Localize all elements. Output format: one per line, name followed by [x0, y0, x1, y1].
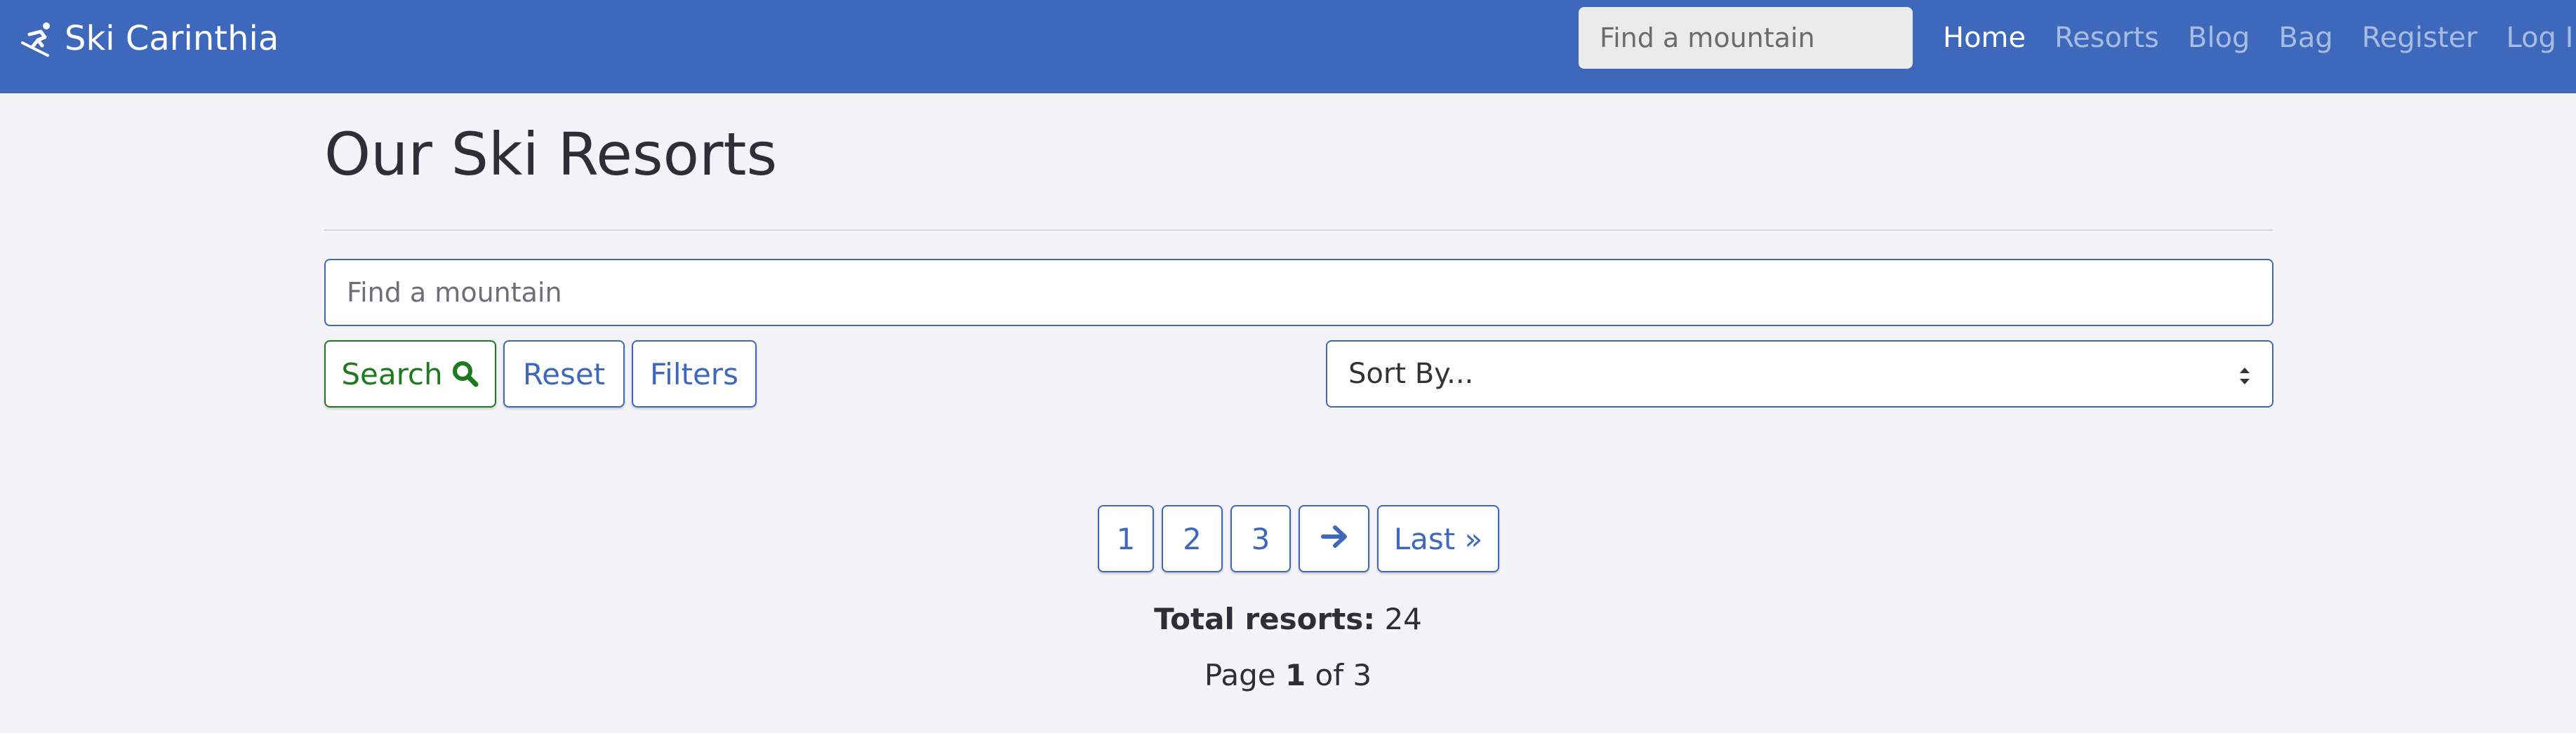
- brand-name: Ski Carinthia: [65, 19, 279, 58]
- reset-button-label: Reset: [522, 356, 606, 391]
- brand-link[interactable]: Ski Carinthia: [20, 15, 279, 62]
- sort-select-value: Sort By...: [1348, 358, 1474, 390]
- last-page-label: Last »: [1393, 521, 1483, 556]
- search-icon: [451, 360, 479, 388]
- last-page-button[interactable]: Last »: [1377, 505, 1499, 572]
- total-pages: 3: [1353, 658, 1372, 692]
- nav-link-home[interactable]: Home: [1943, 22, 2026, 54]
- page-indicator-prefix: Page: [1204, 658, 1276, 692]
- total-resorts-value: 24: [1384, 602, 1422, 636]
- page-indicator-of: of: [1315, 658, 1344, 692]
- sort-arrows-icon: [2237, 363, 2252, 386]
- page-button-3[interactable]: 3: [1230, 505, 1291, 572]
- total-resorts-label: Total resorts:: [1154, 602, 1376, 636]
- nav-link-bag[interactable]: Bag: [2278, 22, 2332, 54]
- total-resorts: Total resorts: 24: [0, 602, 2576, 636]
- nav-link-login[interactable]: Log In: [2506, 22, 2576, 54]
- page-indicator: Page 1 of 3: [0, 658, 2576, 692]
- nav-links: Home Resorts Blog Bag Register Log In: [1943, 20, 2576, 56]
- nav-link-register[interactable]: Register: [2362, 22, 2478, 54]
- arrow-right-icon: [1320, 522, 1348, 556]
- sort-select[interactable]: Sort By...: [1326, 340, 2273, 408]
- filters-button[interactable]: Filters: [632, 340, 757, 408]
- navbar: Ski Carinthia Home Resorts Blog Bag Regi…: [0, 0, 2576, 93]
- page-title: Our Ski Resorts: [324, 120, 778, 189]
- skier-icon: [20, 19, 59, 58]
- search-button[interactable]: Search: [324, 340, 496, 408]
- nav-link-blog[interactable]: Blog: [2188, 22, 2250, 54]
- navbar-search-input[interactable]: [1579, 7, 1913, 69]
- page-button-label: 1: [1116, 521, 1136, 556]
- reset-button[interactable]: Reset: [503, 340, 625, 408]
- page-button-2[interactable]: 2: [1162, 505, 1223, 572]
- next-page-button[interactable]: [1299, 505, 1369, 572]
- search-button-label: Search: [341, 356, 443, 391]
- page-button-label: 2: [1183, 521, 1202, 556]
- page-button-label: 3: [1251, 521, 1270, 556]
- page-button-1[interactable]: 1: [1098, 505, 1154, 572]
- divider: [324, 229, 2273, 231]
- filters-button-label: Filters: [650, 356, 738, 391]
- current-page: 1: [1284, 658, 1306, 692]
- nav-link-resorts[interactable]: Resorts: [2054, 22, 2159, 54]
- resort-search-input[interactable]: [324, 259, 2273, 326]
